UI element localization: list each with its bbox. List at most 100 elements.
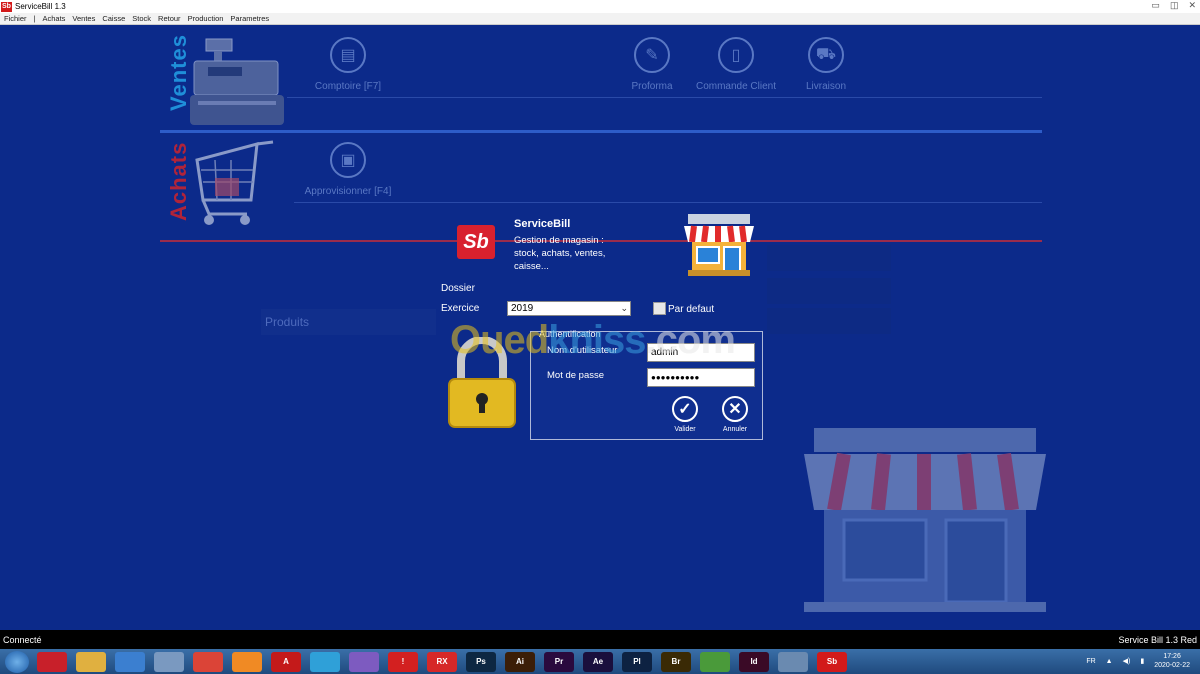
taskbar-app-icon[interactable]	[154, 651, 184, 672]
menu-achats[interactable]: Achats	[42, 14, 65, 23]
watermark-part-1: Oued	[450, 318, 549, 362]
watermark-part-3: .com	[645, 318, 736, 362]
module-comptoir-label: Comptoire [F7]	[314, 81, 382, 92]
menu-fichier[interactable]: Fichier	[4, 14, 27, 23]
taskbar: A! RX Ps Ai Pr Ae Pl Br Id Sb FR ▲ ◀) ▮ 17:26 202…	[0, 649, 1200, 674]
chevron-down-icon: ⌄	[620, 303, 628, 313]
login-description-3: caisse...	[514, 261, 549, 272]
menu-production[interactable]: Production	[188, 14, 224, 23]
supply-icon: ▣	[330, 142, 366, 178]
start-button-icon[interactable]	[5, 650, 29, 673]
network-icon[interactable]: ▮	[1140, 657, 1144, 665]
storefront-background-icon	[804, 428, 1046, 612]
system-tray: FR ▲ ◀) ▮ 17:26 2020-02-22	[1086, 652, 1190, 670]
exercice-select[interactable]: 2019 ⌄	[507, 301, 631, 316]
taskbar-app-icon[interactable]: Id	[739, 651, 769, 672]
login-app-name: ServiceBill	[514, 218, 571, 230]
module-livraison-label: Livraison	[805, 81, 847, 92]
volume-icon[interactable]: ◀)	[1123, 657, 1131, 665]
side-panel	[767, 278, 891, 304]
menu-stock[interactable]: Stock	[132, 14, 151, 23]
divider	[294, 202, 1042, 203]
produits-panel[interactable]: Produits	[261, 309, 436, 335]
truck-icon: ⛟	[808, 37, 844, 73]
default-label: Par defaut	[668, 304, 715, 315]
app-logo-icon: Sb	[1, 1, 12, 12]
module-commande-label: Commande Client	[695, 81, 777, 92]
side-panel	[767, 245, 891, 271]
module-comptoir[interactable]: ▤ Comptoire [F7]	[288, 37, 408, 92]
tray-up-arrow-icon[interactable]: ▲	[1106, 658, 1113, 665]
divider	[287, 97, 1042, 98]
menu-separator: |	[33, 14, 36, 23]
taskbar-app-icon[interactable]	[700, 651, 730, 672]
taskbar-app-icon[interactable]: Ai	[505, 651, 535, 672]
taskbar-app-icon[interactable]	[778, 651, 808, 672]
ventes-divider	[160, 130, 1042, 133]
taskbar-app-icon[interactable]: Br	[661, 651, 691, 672]
taskbar-app-icon[interactable]	[232, 651, 262, 672]
password-field[interactable]: ●●●●●●●●●●	[647, 368, 755, 387]
window-title: ServiceBill 1.3	[15, 2, 66, 11]
shopping-cart-icon	[195, 140, 274, 225]
clock[interactable]: 17:26 2020-02-22	[1154, 652, 1190, 670]
document-icon: ▯	[718, 37, 754, 73]
login-description-2: stock, achats, ventes,	[514, 248, 606, 259]
section-label-achats: Achats	[166, 141, 191, 221]
taskbar-app-icon[interactable]	[76, 651, 106, 672]
status-bar: Connecté Service Bill 1.3 Red	[0, 630, 1200, 649]
menu-ventes[interactable]: Ventes	[72, 14, 95, 23]
module-approvisionner-label: Approvisionner [F4]	[304, 186, 392, 197]
menu-parametres[interactable]: Parametres	[230, 14, 269, 23]
cash-register-icon	[190, 38, 284, 125]
close-icon[interactable]: ✕	[1188, 0, 1196, 11]
taskbar-app-icon[interactable]: Pr	[544, 651, 574, 672]
cancel-button[interactable]: ✕	[722, 396, 748, 422]
menu-bar: Fichier | Achats Ventes Caisse Stock Ret…	[0, 13, 1200, 25]
exercice-value: 2019	[511, 303, 534, 314]
pen-icon: ✎	[634, 37, 670, 73]
taskbar-app-icon[interactable]	[115, 651, 145, 672]
taskbar-app-icon[interactable]: !	[388, 651, 418, 672]
taskbar-app-icon[interactable]: Pl	[622, 651, 652, 672]
taskbar-app-icon[interactable]	[310, 651, 340, 672]
cancel-label: Annuler	[722, 426, 748, 433]
clock-date: 2020-02-22	[1154, 662, 1190, 669]
taskbar-app-icon[interactable]: Ae	[583, 651, 613, 672]
maximize-icon[interactable]: ◫	[1170, 0, 1179, 11]
watermark: Ouedkniss.com	[450, 318, 736, 363]
validate-label: Valider	[674, 426, 696, 433]
taskbar-app-icon[interactable]: RX	[427, 651, 457, 672]
taskbar-apps: A! RX Ps Ai Pr Ae Pl Br Id Sb	[37, 651, 856, 672]
taskbar-app-icon[interactable]: A	[271, 651, 301, 672]
clock-time: 17:26	[1163, 653, 1181, 660]
side-panel	[767, 308, 891, 334]
taskbar-app-icon[interactable]	[193, 651, 223, 672]
title-bar: Sb ServiceBill 1.3 ▭ ◫ ✕	[0, 0, 1200, 13]
store-icon	[684, 214, 754, 276]
module-proforma-label: Proforma	[631, 81, 673, 92]
watermark-part-2: kniss	[548, 318, 646, 362]
exercice-label: Exercice	[441, 303, 480, 314]
password-label: Mot de passe	[547, 370, 605, 381]
cash-register-small-icon: ▤	[330, 37, 366, 73]
menu-caisse[interactable]: Caisse	[102, 14, 125, 23]
taskbar-app-icon[interactable]: Ps	[466, 651, 496, 672]
taskbar-app-icon[interactable]	[349, 651, 379, 672]
version-status: Service Bill 1.3 Red	[1118, 634, 1197, 645]
module-approvisionner[interactable]: ▣ Approvisionner [F4]	[288, 142, 408, 197]
connection-status: Connecté	[3, 634, 42, 645]
dossier-label: Dossier	[441, 283, 475, 294]
servicebill-logo-icon: Sb	[457, 225, 495, 259]
validate-button[interactable]: ✓	[672, 396, 698, 422]
taskbar-app-icon[interactable]	[37, 651, 67, 672]
window-controls: ▭ ◫ ✕	[1151, 0, 1196, 11]
taskbar-app-icon[interactable]: Sb	[817, 651, 847, 672]
minimize-icon[interactable]: ▭	[1151, 0, 1160, 11]
menu-retour[interactable]: Retour	[158, 14, 181, 23]
main-area: Ventes ▤ Comptoire [F7] ✎ Proforma ▯ Com…	[0, 25, 1200, 630]
default-checkbox[interactable]	[653, 302, 666, 315]
login-description-1: Gestion de magasin :	[514, 235, 604, 246]
language-indicator[interactable]: FR	[1086, 658, 1095, 665]
module-livraison[interactable]: ⛟ Livraison	[766, 37, 886, 92]
